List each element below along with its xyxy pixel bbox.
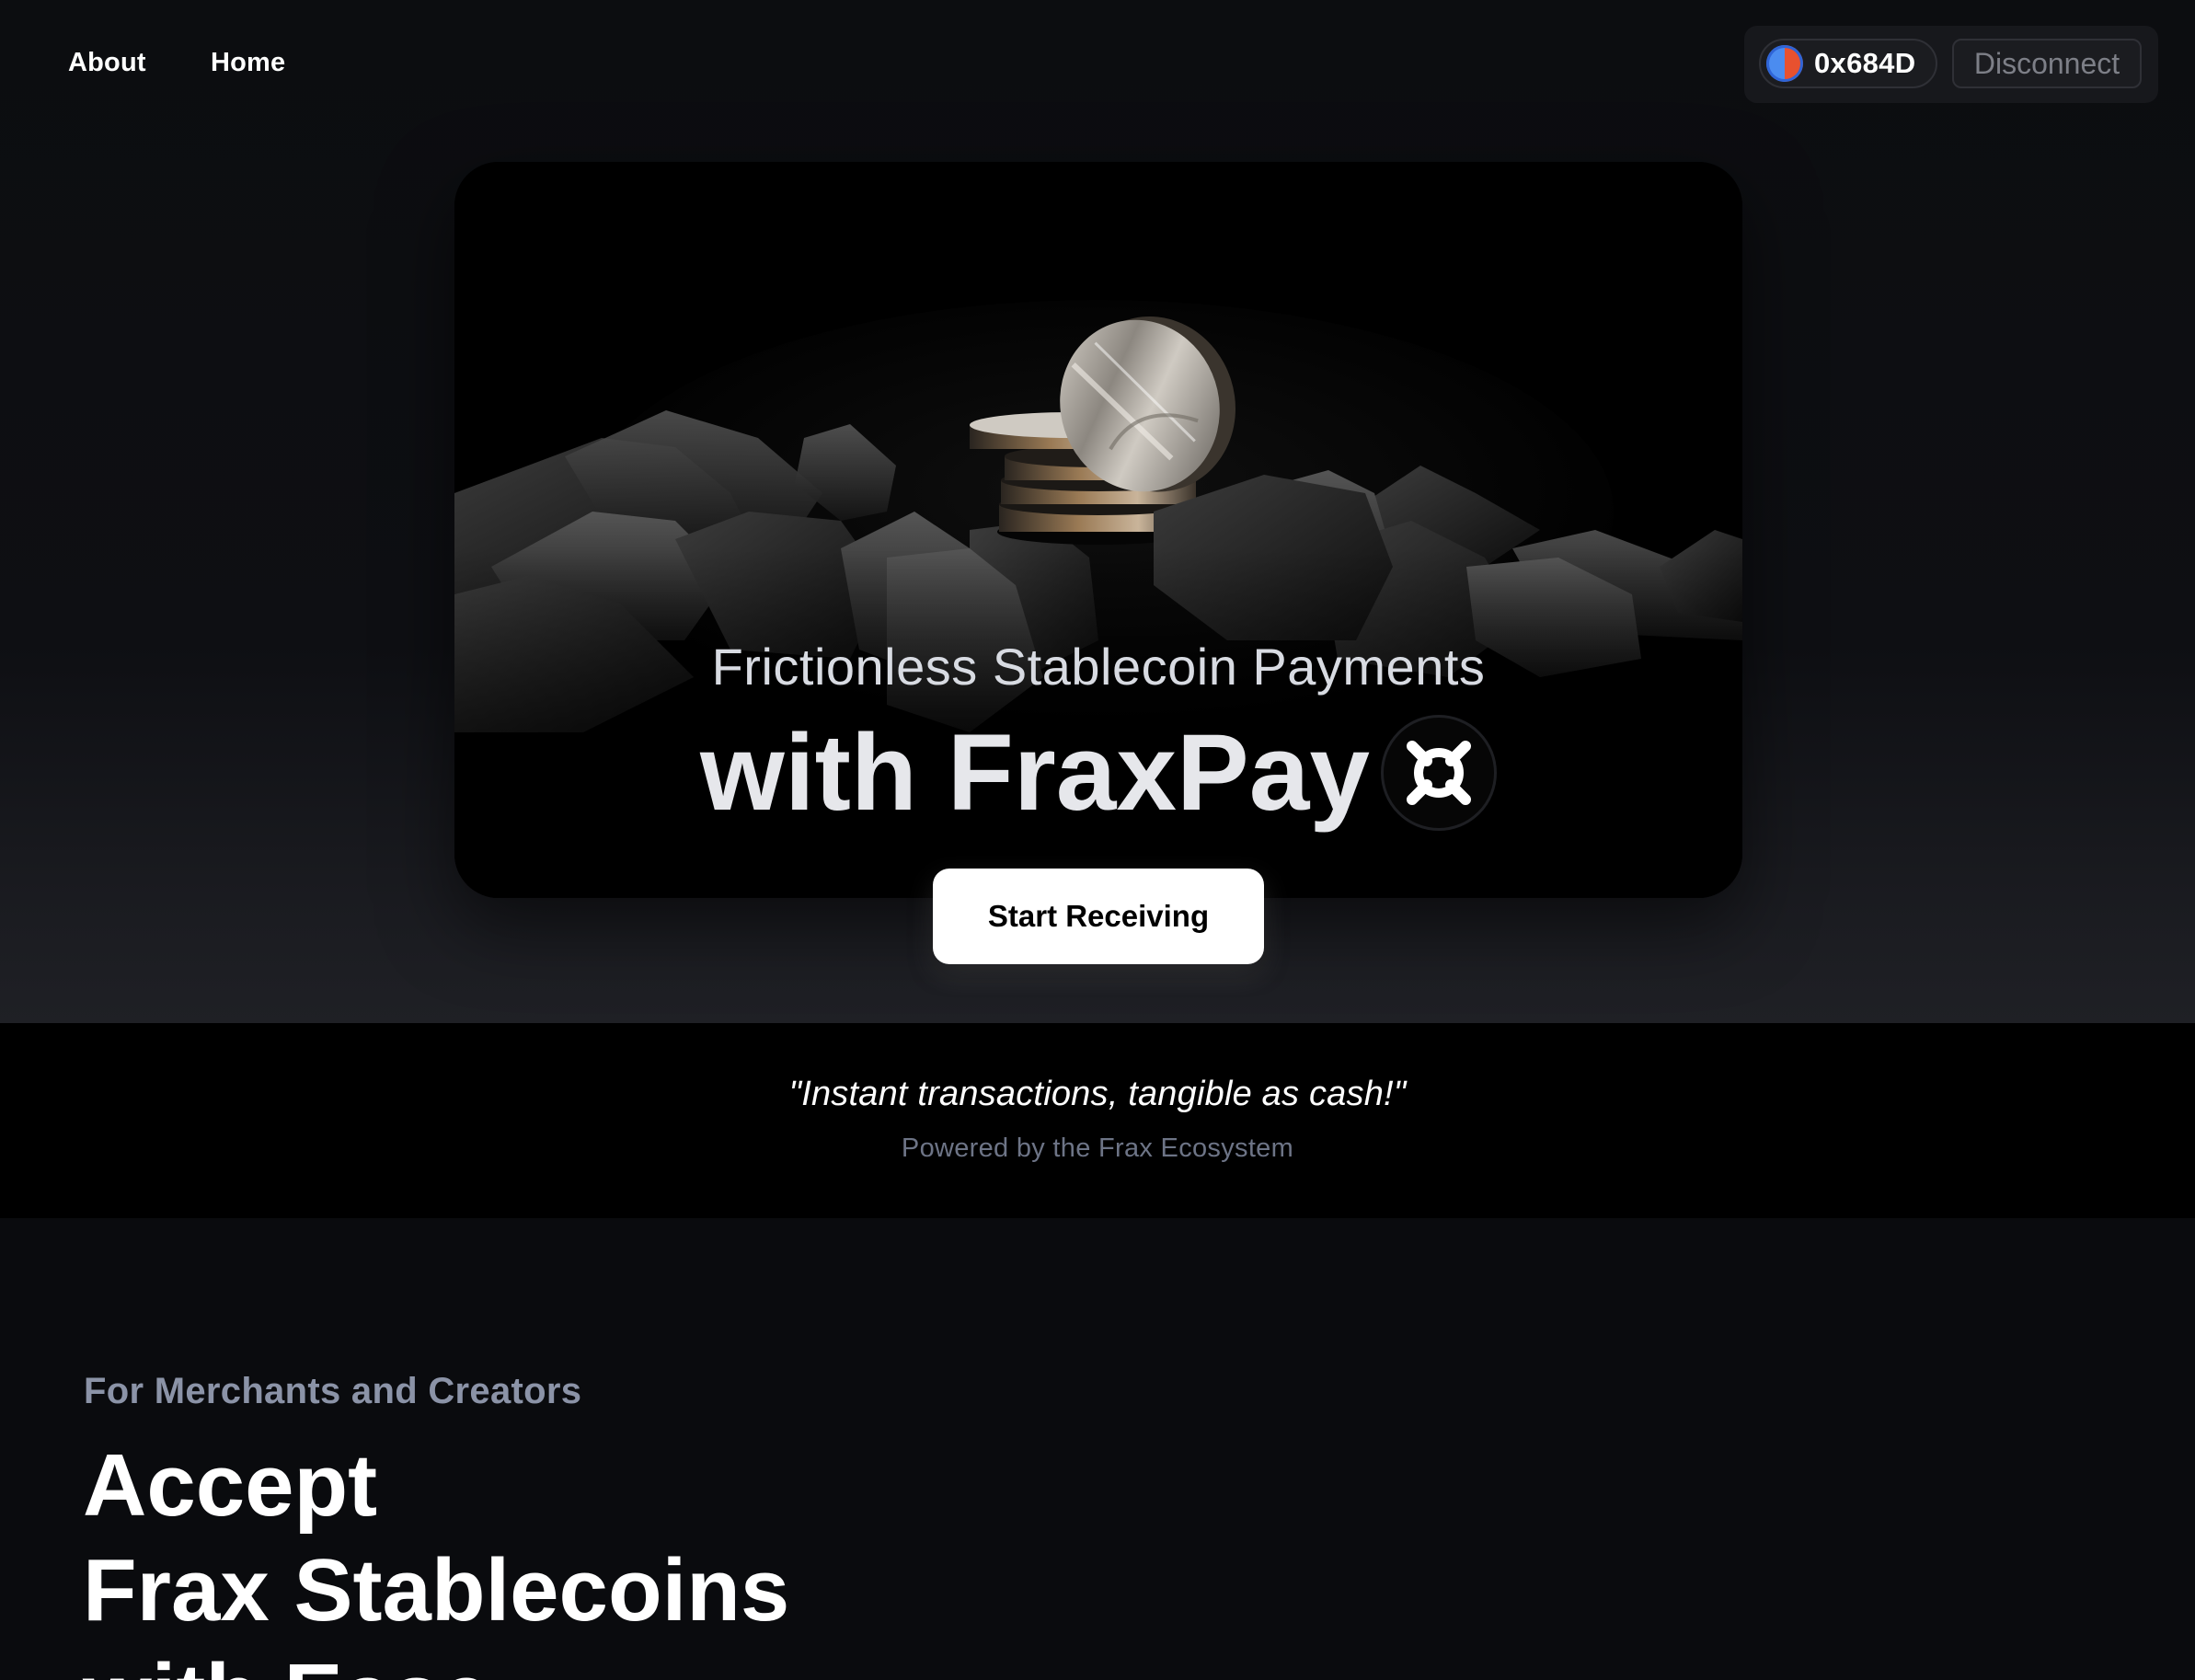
merchants-heading-line: Accept	[83, 1436, 378, 1535]
merchants-eyebrow: For Merchants and Creators	[84, 1371, 582, 1411]
page: About Home 0x684D Disconnect Frictionles…	[0, 0, 2195, 1680]
tagline-section: "Instant transactions, tangible as cash!…	[0, 1023, 2195, 1218]
nav-home-link[interactable]: Home	[211, 48, 285, 78]
powered-by-text: Powered by the Frax Ecosystem	[901, 1133, 1294, 1163]
hero-title: with FraxPay	[700, 712, 1370, 834]
hero-subtitle: Frictionless Stablecoin Payments	[711, 638, 1486, 696]
wallet-address-text: 0x684D	[1814, 47, 1916, 79]
merchants-heading: Accept Frax Stablecoins with Ease	[83, 1433, 1187, 1680]
hero-region: About Home 0x684D Disconnect Frictionles…	[0, 0, 2195, 1023]
disconnect-button[interactable]: Disconnect	[1952, 39, 2142, 88]
nav-about-link[interactable]: About	[68, 48, 146, 78]
wallet-address-button[interactable]: 0x684D	[1759, 39, 1937, 88]
top-nav: About Home 0x684D Disconnect	[0, 0, 2195, 129]
wallet-panel: 0x684D Disconnect	[1744, 26, 2158, 103]
hero-title-row: with FraxPay	[454, 708, 1742, 837]
merchants-heading-line: with Ease	[83, 1643, 1187, 1680]
frax-logo-icon	[1380, 715, 1497, 831]
merchants-heading-line: Frax Stablecoins	[83, 1541, 790, 1640]
wallet-avatar-icon	[1766, 45, 1803, 82]
hero-card: Frictionless Stablecoin Payments with Fr…	[454, 162, 1742, 898]
merchants-section: For Merchants and Creators Accept Frax S…	[0, 1218, 2195, 1680]
start-receiving-button[interactable]: Start Receiving	[933, 869, 1264, 964]
tagline-quote: "Instant transactions, tangible as cash!…	[788, 1075, 1407, 1113]
